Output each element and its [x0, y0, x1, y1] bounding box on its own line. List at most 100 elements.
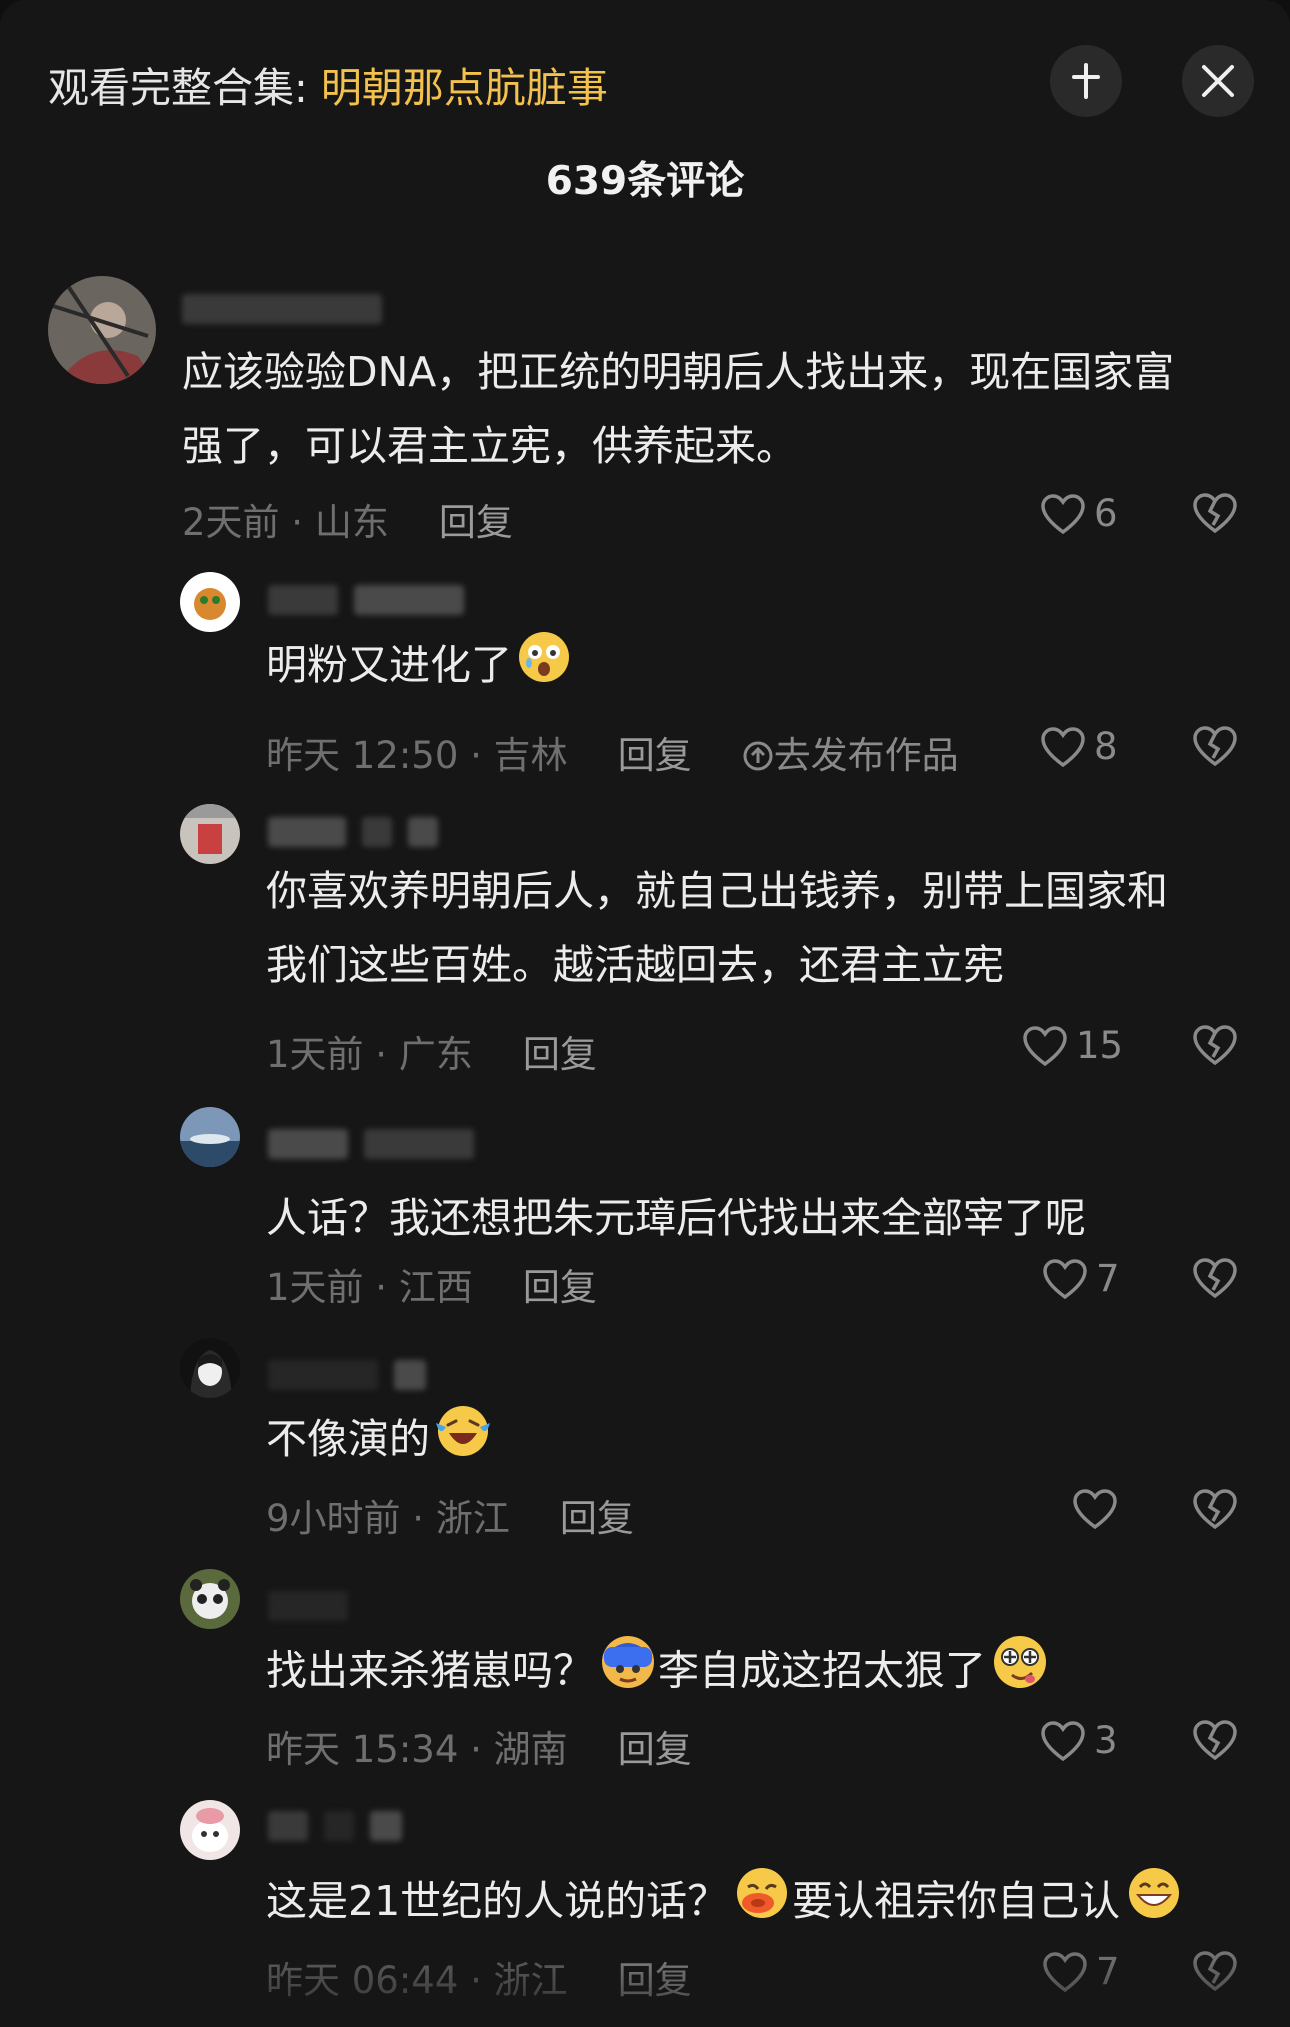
like-button[interactable]: 15: [1022, 1024, 1123, 1067]
sheet-header: 观看完整合集: 明朝那点肮脏事 639条评论: [0, 0, 1290, 240]
avatar[interactable]: [180, 804, 240, 864]
dislike-button[interactable]: [1192, 1024, 1238, 1070]
broken-heart-icon: [1193, 1720, 1237, 1761]
reply-button[interactable]: 回复: [560, 1488, 634, 1542]
comment-text: 找出来杀猪崽吗？ 李自成这招太狠了: [266, 1633, 1266, 1714]
astonished-emoji: [516, 629, 572, 708]
comment-meta: 昨天 06:44 · 浙江 回复: [266, 1950, 692, 2004]
comment-text: 人话？我还想把朱元璋后代找出来全部宰了呢: [266, 1181, 1246, 1255]
collapse-icon: [1072, 63, 1100, 99]
time-location: 昨天 06:44 · 浙江: [266, 1959, 568, 2002]
publish-link[interactable]: 去发布作品: [742, 725, 959, 779]
heart-icon: [1073, 1489, 1117, 1530]
comment-line: 你喜欢养明朝后人，就自己出钱养，别带上国家和: [266, 867, 1168, 915]
username[interactable]: [268, 1129, 474, 1159]
reply-button[interactable]: 回复: [618, 1950, 692, 2004]
dislike-button[interactable]: [1192, 1488, 1238, 1534]
dizzy-face-emoji: [990, 1633, 1050, 1714]
reply-button[interactable]: 回复: [523, 1257, 597, 1311]
dislike-button[interactable]: [1192, 1950, 1238, 1996]
reply-button[interactable]: 回复: [618, 725, 692, 779]
heart-icon: [1041, 493, 1085, 534]
like-count: 6: [1094, 492, 1118, 535]
grinning-emoji: [1124, 1865, 1184, 1944]
comment-part: 要认祖宗你自己认: [792, 1877, 1121, 1925]
reply-button[interactable]: 回复: [523, 1024, 597, 1078]
collection-prefix: 观看完整合集:: [48, 64, 321, 112]
time-location: 1天前 · 江西: [266, 1266, 473, 1309]
comment-text: 不像演的: [266, 1402, 1246, 1482]
comment-line: 明粉又进化了: [266, 641, 512, 689]
dislike-button[interactable]: [1192, 1257, 1238, 1303]
username[interactable]: [182, 294, 382, 324]
avatar[interactable]: [180, 1107, 240, 1167]
avatar[interactable]: [180, 1800, 240, 1860]
comment-count: 639条评论: [545, 159, 745, 204]
dislike-button[interactable]: [1192, 1719, 1238, 1765]
heart-icon: [1043, 1951, 1087, 1992]
comment-line: 应该验验DNA，把正统的明朝后人找出来，现在国家富: [182, 348, 1175, 396]
comment-line: 人话？我还想把朱元璋后代找出来全部宰了呢: [266, 1194, 1086, 1242]
broken-heart-icon: [1193, 1025, 1237, 1066]
comment-meta: 1天前 · 江西 回复: [266, 1257, 597, 1311]
time-location: 昨天 12:50 · 吉林: [266, 734, 568, 777]
comment-line: 我们这些百姓。越活越回去，还君主立宪: [266, 941, 1004, 989]
collapse-button[interactable]: [1050, 45, 1122, 117]
username[interactable]: [268, 1591, 348, 1621]
heart-icon: [1043, 1258, 1087, 1299]
like-button[interactable]: 6: [1040, 492, 1118, 535]
broken-heart-icon: [1193, 493, 1237, 534]
time-location: 1天前 · 广东: [266, 1033, 473, 1076]
broken-heart-icon: [1193, 726, 1237, 767]
like-count: 7: [1096, 1257, 1120, 1300]
avatar[interactable]: [48, 276, 156, 384]
comment-text: 应该验验DNA，把正统的明朝后人找出来，现在国家富 强了，可以君主立宪，供养起来…: [182, 335, 1242, 483]
comment-part: 李自成这招太狠了: [658, 1646, 986, 1695]
like-count: 15: [1076, 1024, 1124, 1067]
comment-meta: 2天前 · 山东 回复: [182, 492, 513, 546]
broken-heart-icon: [1193, 1951, 1237, 1992]
username[interactable]: [268, 817, 438, 847]
comment-part: 这是21世纪的人说的话？: [266, 1877, 729, 1925]
collection-link[interactable]: 观看完整合集: 明朝那点肮脏事: [48, 54, 608, 114]
publish-label: 去发布作品: [773, 734, 959, 777]
comment-meta: 9小时前 · 浙江 回复: [266, 1488, 634, 1542]
like-button[interactable]: 8: [1040, 725, 1118, 768]
avatar[interactable]: [180, 1569, 240, 1629]
like-button[interactable]: 7: [1042, 1257, 1120, 1300]
laughing-crying-emoji: [434, 1403, 492, 1482]
collection-title: 明朝那点肮脏事: [320, 64, 608, 112]
heart-icon: [1041, 726, 1085, 767]
reply-button[interactable]: 回复: [618, 1719, 692, 1773]
blue-face-emoji: [598, 1633, 658, 1714]
comment-sheet: 观看完整合集: 明朝那点肮脏事 639条评论 应该验验DNA，把正统的明朝后人找…: [0, 0, 1290, 2027]
like-button[interactable]: 7: [1042, 1950, 1120, 1993]
comment-text: 明粉又进化了: [266, 628, 1246, 708]
username[interactable]: [268, 1811, 402, 1841]
close-icon: [1202, 65, 1234, 97]
dislike-button[interactable]: [1192, 492, 1238, 538]
comment-part: 找出来杀猪崽吗？: [266, 1646, 594, 1695]
broken-heart-icon: [1193, 1489, 1237, 1530]
upload-icon: [743, 741, 773, 771]
comment-meta: 1天前 · 广东 回复: [266, 1024, 597, 1078]
avatar[interactable]: [180, 1338, 240, 1398]
reply-button[interactable]: 回复: [439, 492, 513, 546]
dislike-button[interactable]: [1192, 725, 1238, 771]
comment-meta: 昨天 15:34 · 湖南 回复: [266, 1719, 692, 1773]
avatar[interactable]: [180, 572, 240, 632]
time-location: 昨天 15:34 · 湖南: [266, 1728, 568, 1771]
like-count: 8: [1094, 725, 1118, 768]
username[interactable]: [268, 1360, 426, 1390]
time-location: 9小时前 · 浙江: [266, 1497, 510, 1540]
pouting-emoji: [732, 1865, 792, 1944]
broken-heart-icon: [1193, 1258, 1237, 1299]
username[interactable]: [268, 585, 464, 615]
comment-line: 不像演的: [266, 1415, 430, 1463]
like-button[interactable]: [1072, 1488, 1126, 1530]
comment-text: 你喜欢养明朝后人，就自己出钱养，别带上国家和 我们这些百姓。越活越回去，还君主立…: [266, 854, 1246, 1002]
heart-icon: [1041, 1720, 1085, 1761]
close-button[interactable]: [1182, 45, 1254, 117]
comment-text: 这是21世纪的人说的话？ 要认祖宗你自己认: [266, 1864, 1266, 1944]
like-button[interactable]: 3: [1040, 1719, 1118, 1762]
